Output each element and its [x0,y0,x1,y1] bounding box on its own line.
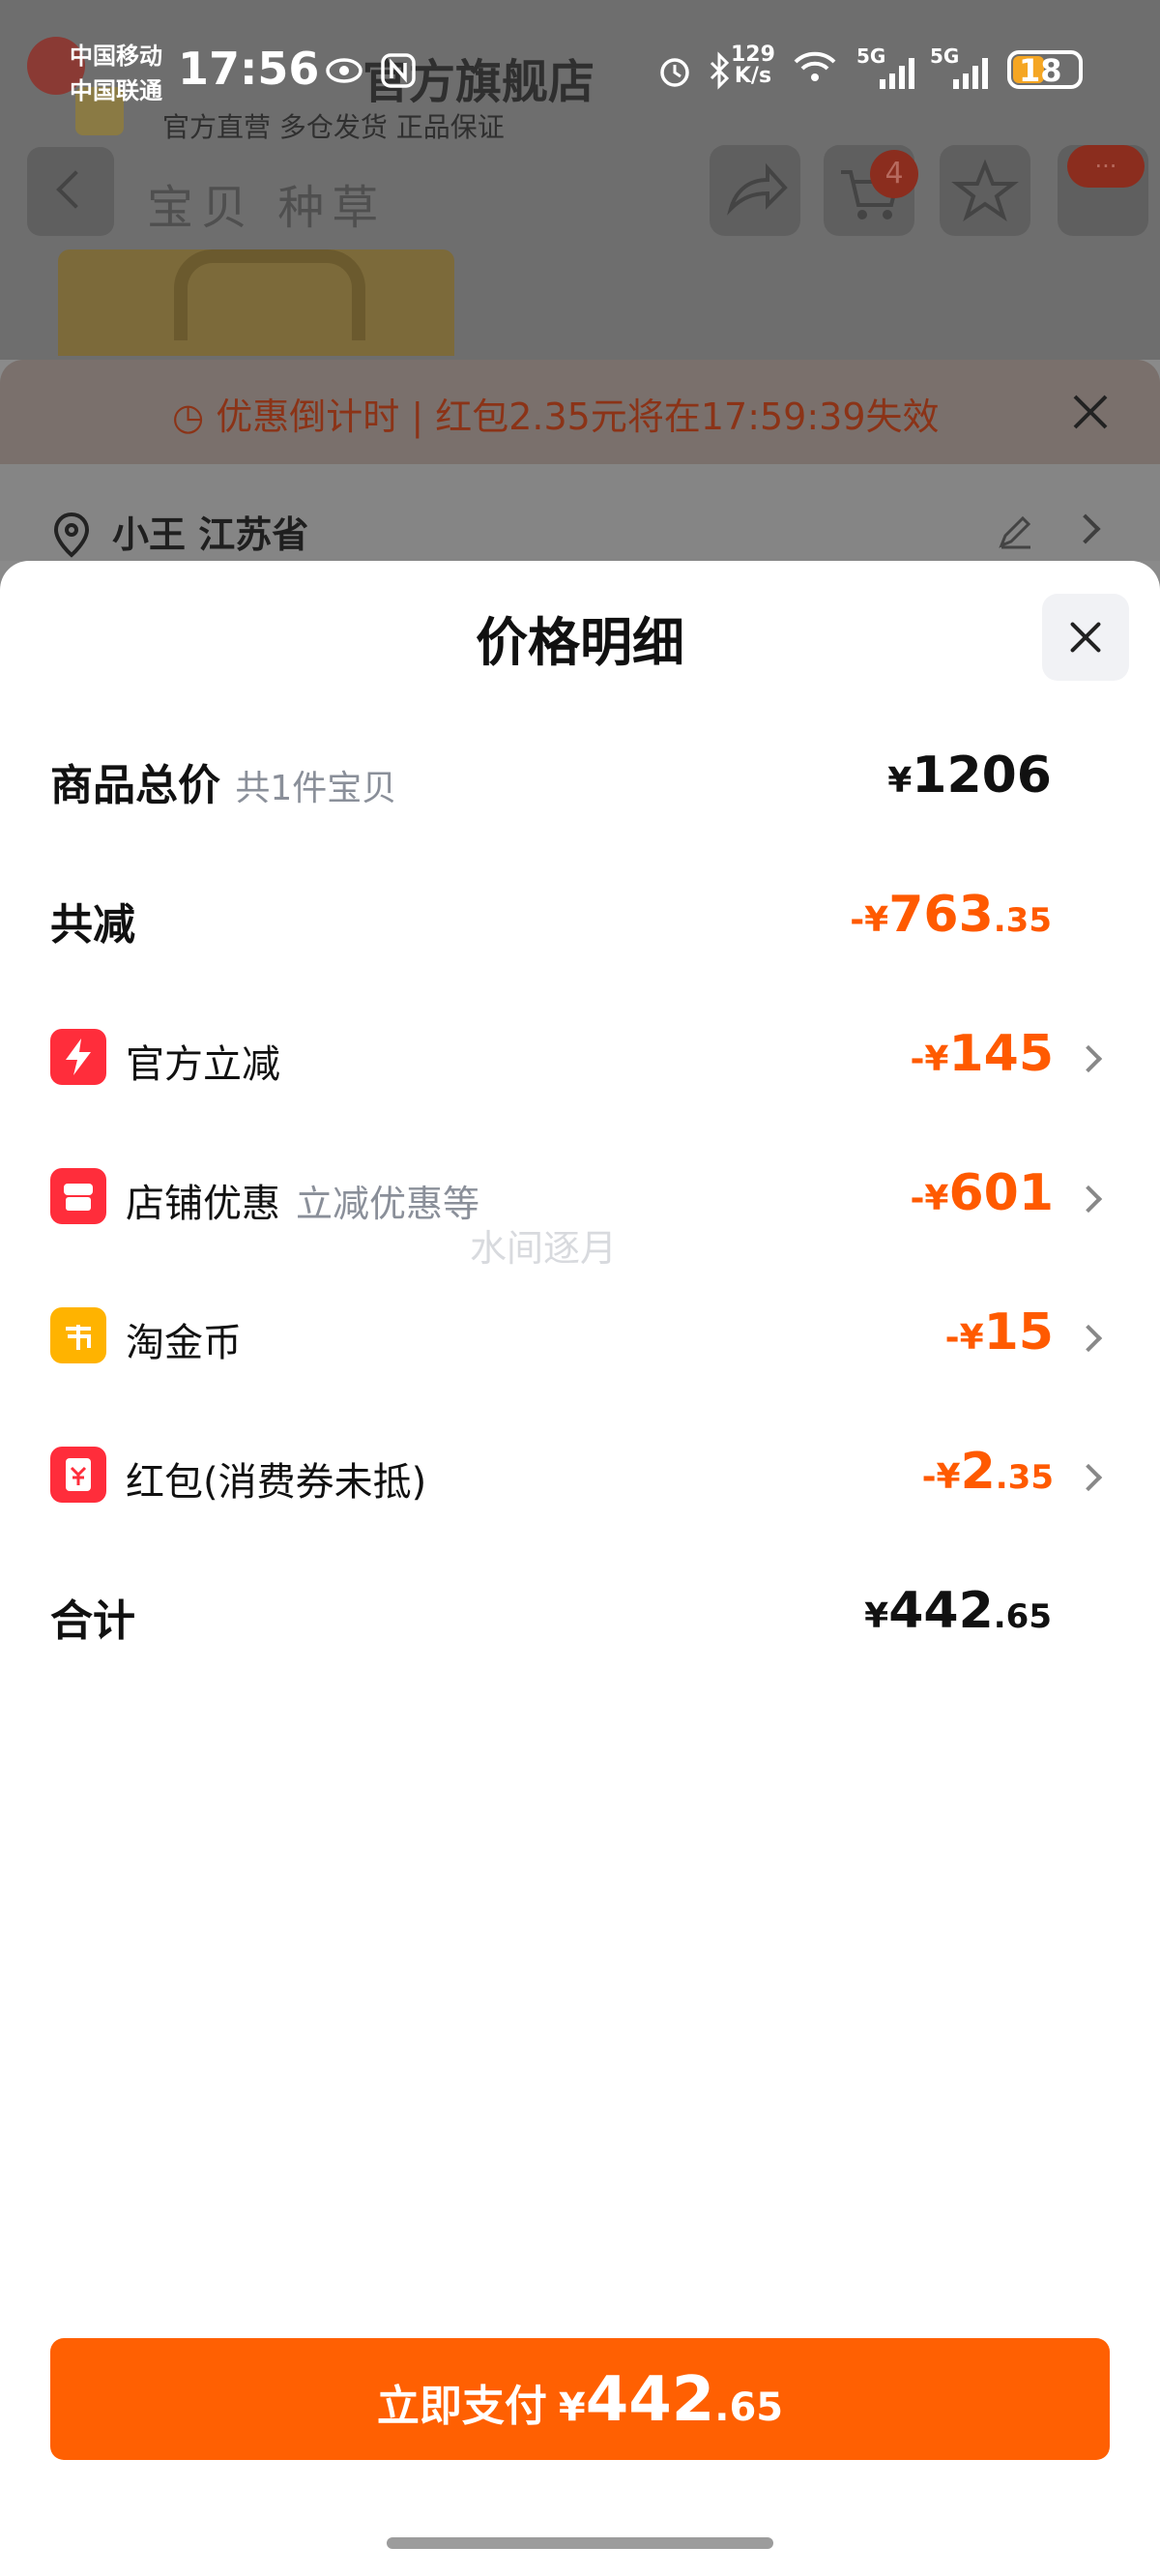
amount-prefix: -¥ [910,1039,949,1079]
product-image-handle [174,249,365,340]
sheet-title: 价格明细 [476,612,684,673]
discount-item-label: 红包(消费券未抵) [126,1460,427,1505]
discount-item-label: 官方立减 [126,1042,280,1087]
status-icons [325,46,735,95]
countdown-close-button[interactable] [1069,391,1112,433]
watermark: 水间逐月 [470,1227,618,1270]
nfc-icon [381,53,416,88]
home-indicator[interactable] [387,2537,773,2549]
sum-int: 442 [888,1582,994,1640]
discount-int: 763 [888,886,994,944]
amount-prefix: -¥ [944,1318,984,1358]
carrier-2: 中国联通 [70,77,162,104]
sum-dec: .65 [993,1597,1052,1636]
network-speed: 129 K/s [731,44,775,87]
price-detail-sheet [0,561,1160,2576]
favorite-button[interactable] [940,145,1030,236]
total-price-amount: ¥1206 [887,746,1052,805]
carrier-1: 中国移动 [70,43,162,70]
countdown-text: ◷ 优惠倒计时 | 红包2.35元将在17:59:39失效 [172,387,940,440]
amount-int: 15 [983,1303,1054,1361]
clock-icon: ◷ [172,395,205,438]
pay-now-button[interactable]: 立即支付 ¥ 442 .65 [50,2338,1110,2460]
amount-prefix: -¥ [910,1179,949,1218]
network-speed-value: 129 [731,43,775,67]
sum-amount: ¥442.65 [864,1582,1052,1640]
amount-int: 2 [960,1443,996,1501]
wifi-icon [791,46,839,89]
pay-button-dec: .65 [714,2386,784,2430]
currency-symbol: ¥ [887,761,913,801]
pay-button-currency: ¥ [558,2386,586,2430]
alarm-icon [660,58,689,87]
discount-total-amount: -¥763.35 [850,886,1052,944]
discount-item-label: 淘金币 [126,1321,242,1365]
edit-icon[interactable] [996,512,1034,551]
total-price-label-text: 商品总价 [50,761,220,810]
amount-dec: .35 [995,1458,1054,1497]
share-icon [727,162,788,216]
coin-icon [50,1307,106,1363]
page-tabs[interactable]: 宝贝 种草 [147,169,386,237]
discount-item-amount: -¥2.35 [922,1443,1054,1501]
pay-button-int: 442 [585,2364,715,2436]
lightning-icon [50,1029,106,1085]
signal-icon-2 [928,56,996,95]
shop-icon [50,1168,106,1224]
cart-badge: 4 [870,150,918,198]
pay-button-label: 立即支付 [376,2382,547,2431]
eye-icon [326,58,362,83]
location-pin-icon [50,511,93,563]
battery-percent: 18 [1019,52,1062,89]
discount-prefix: -¥ [850,900,889,940]
status-time: 17:56 [178,43,320,95]
discount-item-amount: -¥15 [945,1303,1054,1361]
currency-symbol: ¥ [864,1596,889,1636]
amount-prefix: -¥ [921,1457,961,1497]
amount-int: 601 [948,1164,1054,1222]
amount-int: 145 [948,1025,1054,1083]
discount-total-label: 共减 [50,900,135,950]
discount-item-label-text: 店铺优惠 [126,1182,280,1226]
network-speed-unit: K/s [734,64,772,88]
discount-item-sub: 立减优惠等 [296,1183,480,1225]
sheet-close-button[interactable] [1042,594,1129,681]
item-count: 共1件宝贝 [235,769,397,808]
red-packet-icon [50,1447,106,1503]
share-button[interactable] [710,145,800,236]
close-icon [1073,395,1108,429]
discount-dec: .35 [993,901,1052,940]
sum-label: 合计 [50,1596,135,1646]
total-price-value: 1206 [912,746,1052,805]
star-icon [951,159,1019,222]
more-badge: ··· [1067,145,1145,188]
signal-icon-1 [855,56,922,95]
discount-item-label: 店铺优惠 立减优惠等 [126,1172,479,1228]
total-price-label: 商品总价 共1件宝贝 [50,750,396,812]
address-text: 小王 江苏省 [112,513,309,556]
discount-item-amount: -¥145 [910,1025,1054,1083]
countdown-label: 优惠倒计时 | 红包2.35元将在17:59:39失效 [216,395,940,438]
discount-item-amount: -¥601 [910,1164,1054,1222]
back-button[interactable] [27,147,114,236]
